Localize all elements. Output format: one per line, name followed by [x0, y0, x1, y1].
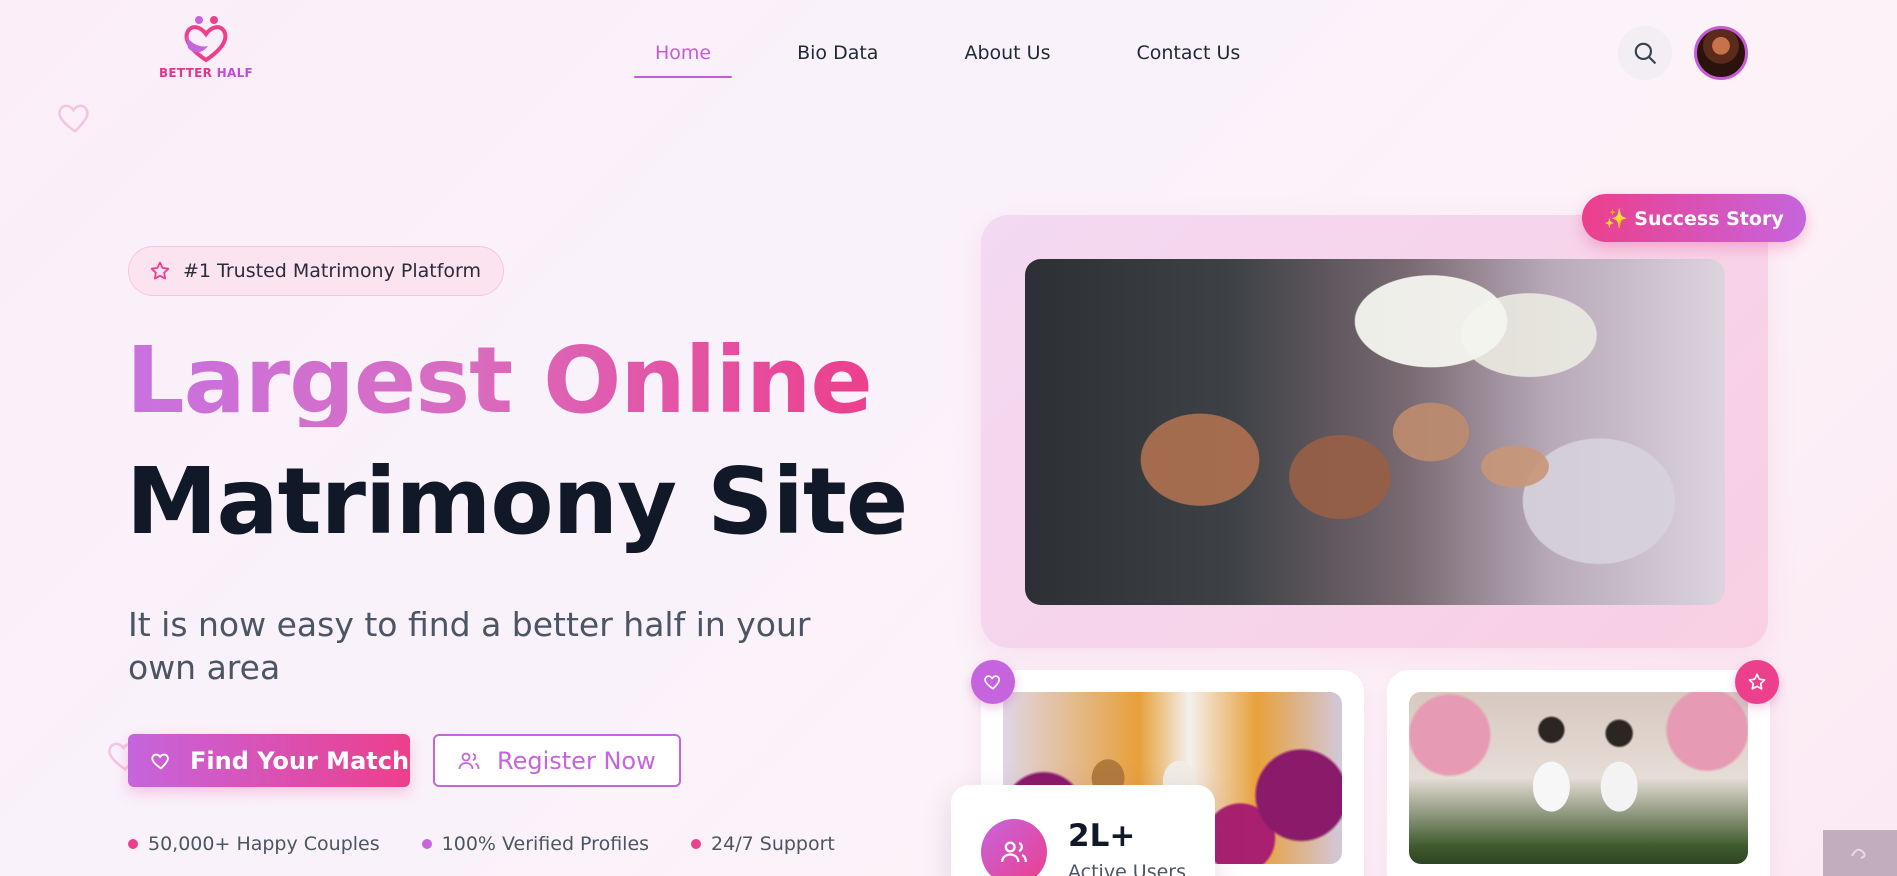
register-now-button[interactable]: Register Now: [433, 734, 681, 787]
landing-page: BETTER HALF Home Bio Data About Us Conta…: [0, 0, 1897, 876]
main-nav: Home Bio Data About Us Contact Us: [634, 38, 1305, 78]
star-icon: [1748, 673, 1766, 690]
nav-item-contact-us[interactable]: Contact Us: [1115, 38, 1261, 78]
feature-dot: [421, 839, 432, 849]
logo[interactable]: BETTER HALF: [158, 14, 254, 84]
users-icon: [458, 752, 480, 769]
nav-item-about-us[interactable]: About Us: [943, 38, 1071, 78]
star-badge: [1735, 660, 1779, 704]
heart-icon: [984, 675, 1001, 690]
feature-dot: [691, 839, 702, 849]
feature-item: 24/7 Support: [691, 833, 835, 855]
logo-text-part2: HALF: [216, 66, 254, 80]
trusted-badge: #1 Trusted Matrimony Platform: [128, 246, 505, 296]
stat-value: 2L+: [1068, 818, 1136, 854]
search-icon: [1634, 42, 1656, 64]
user-avatar[interactable]: [1694, 26, 1748, 80]
find-your-match-button[interactable]: Find Your Match: [128, 734, 410, 787]
feature-item: 100% Verified Profiles: [421, 833, 650, 855]
hero-subtitle: It is now easy to find a better half in …: [128, 605, 811, 687]
decorative-heart-icon: [58, 104, 89, 133]
active-users-stat: 2L+ Active Users: [951, 785, 1215, 876]
nav-item-bio-data[interactable]: Bio Data: [776, 38, 899, 78]
users-glyph: [1001, 841, 1027, 863]
heart-badge: [971, 660, 1015, 704]
feature-label: 24/7 Support: [711, 833, 835, 855]
trusted-badge-label: #1 Trusted Matrimony Platform: [183, 260, 482, 282]
register-now-label: Register Now: [497, 746, 656, 775]
wedding-photo: [1409, 692, 1748, 864]
find-your-match-label: Find Your Match: [190, 746, 410, 775]
star-icon: [150, 261, 170, 280]
logo-icon: [184, 16, 228, 63]
feature-label: 100% Verified Profiles: [441, 833, 650, 855]
couple-photo-card: [1387, 670, 1770, 876]
hero-title-line2: Matrimony Site: [126, 448, 908, 555]
feature-list: 50,000+ Happy Couples 100% Verified Prof…: [128, 833, 835, 855]
hero-title-line1: Largest Online: [126, 327, 873, 434]
widget-icon: [1851, 848, 1866, 859]
feature-item: 50,000+ Happy Couples: [128, 833, 380, 855]
nav-item-home[interactable]: Home: [634, 38, 733, 78]
heart-icon: [151, 753, 169, 769]
feature-dot: [128, 839, 138, 849]
feature-label: 50,000+ Happy Couples: [148, 833, 380, 855]
couple-rings-photo: [1025, 259, 1725, 605]
search-button[interactable]: [1618, 26, 1672, 80]
stat-label: Active Users: [1068, 861, 1187, 876]
success-story-card: [981, 215, 1768, 648]
logo-text-part1: BETTER: [158, 66, 213, 80]
floating-widget[interactable]: [1823, 830, 1897, 876]
users-icon: [981, 819, 1047, 876]
success-story-badge[interactable]: ✨ Success Story: [1582, 194, 1806, 242]
logo-text: BETTER HALF: [158, 66, 254, 80]
